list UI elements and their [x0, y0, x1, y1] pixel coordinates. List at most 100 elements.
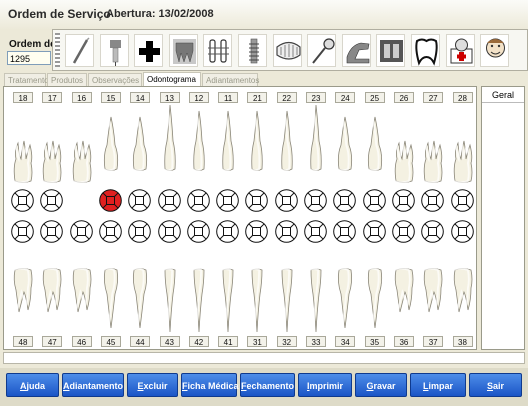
tooth-47[interactable] [40, 266, 64, 336]
tooth-surface-chart-13[interactable] [157, 189, 181, 212]
tooth-36[interactable] [392, 266, 416, 336]
tooth-surface-chart-45[interactable] [99, 220, 122, 243]
lower-tooth-number-44[interactable]: 44 [130, 336, 151, 347]
tooth-13[interactable] [158, 103, 182, 173]
scalpel-button[interactable] [65, 34, 94, 67]
tooth-48[interactable] [11, 266, 35, 336]
lower-tooth-number-35[interactable]: 35 [364, 336, 385, 347]
tooth-22[interactable] [275, 103, 299, 173]
upper-tooth-number-27[interactable]: 27 [423, 92, 444, 103]
lower-tooth-number-45[interactable]: 45 [100, 336, 121, 347]
tooth-surface-chart-48[interactable] [11, 220, 34, 243]
upper-tooth-number-15[interactable]: 15 [100, 92, 121, 103]
tooth-surface-chart-11[interactable] [216, 189, 239, 212]
fechamento-button[interactable]: Fechamento [240, 373, 295, 397]
tooth-12[interactable] [187, 103, 211, 173]
lower-tooth-number-42[interactable]: 42 [188, 336, 209, 347]
tooth-surface-chart-46[interactable] [69, 220, 93, 243]
first-aid-button[interactable] [134, 34, 164, 67]
lower-tooth-number-31[interactable]: 31 [247, 336, 268, 347]
tooth-16[interactable] [70, 115, 94, 185]
upper-tooth-number-12[interactable]: 12 [188, 92, 209, 103]
tooth-14[interactable] [128, 103, 152, 173]
x-ray-film-button[interactable] [376, 34, 406, 67]
tooth-surface-chart-36[interactable] [392, 220, 415, 243]
excluir-button[interactable]: Excluir [127, 373, 178, 397]
tooth-32[interactable] [275, 266, 299, 336]
tooth-surface-chart-17[interactable] [40, 189, 64, 212]
tooth-28[interactable] [451, 115, 475, 185]
tooth-x-ray-button[interactable] [168, 34, 198, 67]
tooth-11[interactable] [216, 103, 240, 173]
upper-tooth-number-28[interactable]: 28 [452, 92, 473, 103]
ordem-number-field[interactable]: 1295 [7, 51, 51, 65]
tooth-surface-chart-33[interactable] [304, 220, 327, 243]
tab-observacoes[interactable]: Observações [88, 73, 142, 87]
tooth-surface-chart-15[interactable] [99, 189, 122, 212]
tooth-surface-chart-41[interactable] [216, 220, 239, 243]
tooth-surface-chart-35[interactable] [362, 220, 386, 243]
lower-tooth-number-46[interactable]: 46 [71, 336, 92, 347]
dental-chair-button[interactable] [341, 34, 371, 67]
ficha-medica-button[interactable]: Ficha Médica [181, 373, 239, 397]
dental-mirror-button[interactable] [307, 34, 337, 67]
tooth-surface-chart-25[interactable] [362, 189, 386, 212]
tooth-surface-chart-43[interactable] [157, 220, 181, 243]
upper-tooth-number-13[interactable]: 13 [159, 92, 180, 103]
braces-button[interactable] [203, 34, 233, 67]
tooth-24[interactable] [333, 103, 357, 173]
tooth-surface-chart-31[interactable] [245, 220, 269, 243]
lower-tooth-number-33[interactable]: 33 [306, 336, 326, 347]
drill-button[interactable] [99, 34, 129, 67]
tooth-46[interactable] [70, 266, 94, 336]
tooth-surface-chart-14[interactable] [128, 189, 151, 212]
lower-tooth-number-48[interactable]: 48 [13, 336, 33, 347]
gravar-button[interactable]: Gravar [355, 373, 407, 397]
imprimir-button[interactable]: Imprimir [298, 373, 352, 397]
tooth-surface-chart-12[interactable] [186, 189, 210, 212]
patient-button[interactable] [480, 34, 510, 67]
tab-tratamento[interactable]: Tratamento [4, 73, 49, 87]
upper-tooth-number-26[interactable]: 26 [393, 92, 414, 103]
lower-tooth-number-37[interactable]: 37 [423, 336, 444, 347]
tab-produtos[interactable]: Produtos [47, 73, 87, 87]
upper-tooth-number-25[interactable]: 25 [364, 92, 385, 103]
lower-tooth-number-43[interactable]: 43 [159, 336, 180, 347]
upper-tooth-number-18[interactable]: 18 [13, 92, 33, 103]
tooth-18[interactable] [11, 115, 35, 185]
tab-adiantamentos[interactable]: Adiantamentos [202, 73, 259, 87]
dentures-button[interactable] [272, 34, 302, 67]
lower-tooth-number-36[interactable]: 36 [393, 336, 414, 347]
lower-tooth-number-41[interactable]: 41 [218, 336, 239, 347]
upper-tooth-number-24[interactable]: 24 [335, 92, 356, 103]
tooth-surface-chart-22[interactable] [274, 189, 298, 212]
tooth-42[interactable] [187, 266, 211, 336]
tooth-surface-chart-27[interactable] [421, 189, 444, 212]
tooth-surface-chart-18[interactable] [11, 189, 34, 212]
implant-screw-button[interactable] [238, 34, 267, 67]
upper-tooth-number-23[interactable]: 23 [306, 92, 326, 103]
tooth-21[interactable] [245, 103, 269, 173]
tooth-35[interactable] [363, 266, 387, 336]
tooth-surface-chart-21[interactable] [245, 189, 269, 212]
tooth-surface-chart-32[interactable] [274, 220, 298, 243]
lower-tooth-number-32[interactable]: 32 [276, 336, 297, 347]
tooth-41[interactable] [216, 266, 240, 336]
tooth-37[interactable] [421, 266, 445, 336]
lower-tooth-number-47[interactable]: 47 [42, 336, 63, 347]
tooth-crown-button[interactable] [411, 34, 440, 67]
tooth-25[interactable] [363, 103, 387, 173]
adiantamento-button[interactable]: Adiantamento [62, 373, 124, 397]
upper-tooth-number-11[interactable]: 11 [218, 92, 239, 103]
tooth-38[interactable] [451, 266, 475, 336]
tooth-31[interactable] [245, 266, 269, 336]
tooth-surface-chart-28[interactable] [450, 189, 474, 212]
tooth-surface-chart-34[interactable] [333, 220, 357, 243]
tooth-surface-chart-37[interactable] [421, 220, 444, 243]
upper-tooth-number-17[interactable]: 17 [42, 92, 63, 103]
tooth-45[interactable] [99, 266, 123, 336]
ajuda-button[interactable]: Ajuda [6, 373, 59, 397]
tooth-surface-chart-26[interactable] [392, 189, 415, 212]
tooth-17[interactable] [40, 115, 64, 185]
tooth-23[interactable] [304, 103, 328, 173]
